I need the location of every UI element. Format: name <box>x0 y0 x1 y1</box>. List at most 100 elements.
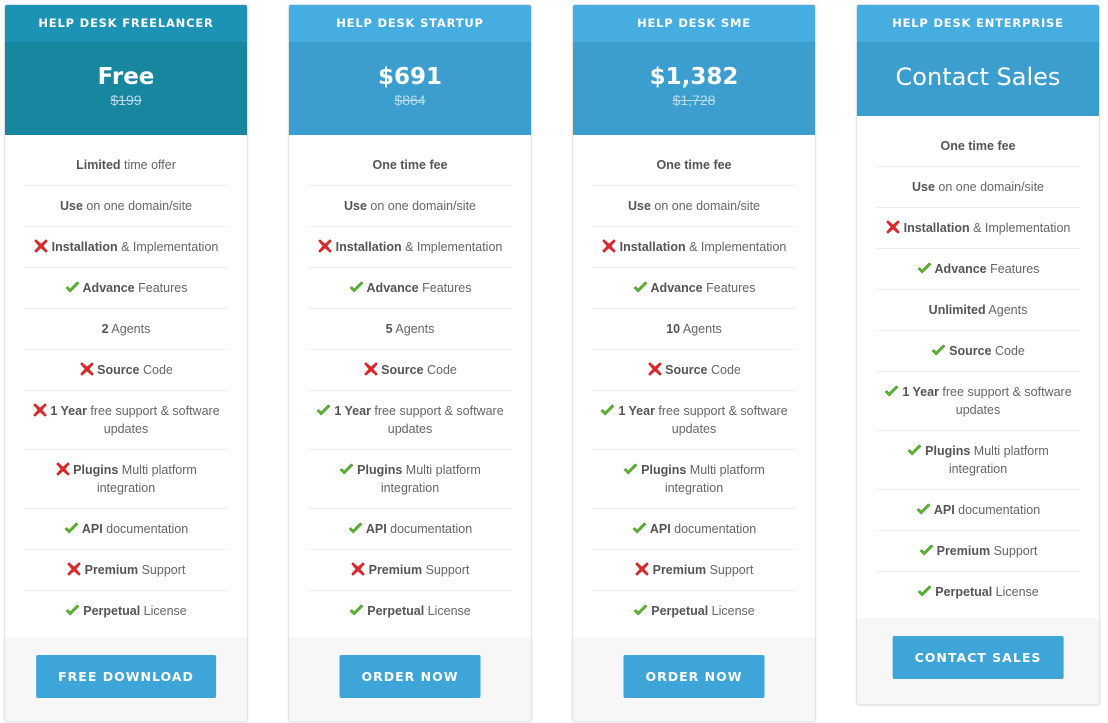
feature-bold: Premium <box>652 563 707 577</box>
feature-text: on one domain/site <box>934 180 1045 194</box>
feature-text: Support <box>422 563 470 577</box>
check-icon <box>633 281 648 294</box>
check-icon <box>917 585 932 598</box>
feature-bold: Advance <box>650 281 703 295</box>
feature-text: free support & software updates <box>938 385 1072 417</box>
feature-text: Code <box>139 363 173 377</box>
feature-item: Installation & Implementation <box>876 208 1080 249</box>
cross-icon <box>55 462 70 476</box>
feature-text: Agents <box>108 322 151 336</box>
feature-item: 1 Year free support & software updates <box>592 391 796 450</box>
feature-bold: Plugins <box>641 463 687 477</box>
feature-bold: Installation <box>335 240 402 254</box>
feature-text: Features <box>134 281 188 295</box>
feature-bold: One time fee <box>372 158 448 172</box>
feature-item: API documentation <box>24 509 228 550</box>
feature-bold: API <box>649 522 671 536</box>
feature-item: One time fee <box>592 145 796 186</box>
plan-name: HELP DESK STARTUP <box>289 5 531 42</box>
feature-bold: Source <box>665 363 708 377</box>
feature-text: Features <box>986 262 1040 276</box>
pricing-card-enterprise: HELP DESK ENTERPRISE Contact Sales One tim… <box>856 4 1100 705</box>
feature-bold: Advance <box>366 281 419 295</box>
feature-bold: 1 Year <box>902 385 939 399</box>
feature-text: Support <box>706 563 754 577</box>
feature-bold: 1 Year <box>334 404 371 418</box>
feature-bold: Source <box>949 344 992 358</box>
feature-bold: Source <box>381 363 424 377</box>
cross-icon <box>34 239 49 253</box>
feature-text: License <box>992 585 1039 599</box>
cross-icon <box>886 220 901 234</box>
freelancer-cta-button[interactable]: FREE DOWNLOAD <box>36 655 216 698</box>
feature-item: Perpetual License <box>876 572 1080 612</box>
feature-text: documentation <box>102 522 189 536</box>
check-icon <box>919 544 934 557</box>
cross-icon <box>602 239 617 253</box>
feature-item: Premium Support <box>592 550 796 591</box>
cross-icon <box>647 362 662 376</box>
feature-item: Plugins Multi platform integration <box>592 450 796 509</box>
plan-price: Free <box>97 64 155 90</box>
plan-old-price: $1,728 <box>672 92 716 108</box>
feature-bold: Installation <box>51 240 118 254</box>
feature-item: Advance Features <box>308 268 512 309</box>
sme-cta-button[interactable]: ORDER NOW <box>623 655 765 698</box>
feature-text: Agents <box>985 303 1028 317</box>
feature-item: 1 Year free support & software updates <box>876 372 1080 431</box>
check-icon <box>623 463 638 476</box>
feature-text: & Implementation <box>685 240 787 254</box>
enterprise-cta-button[interactable]: CONTACT SALES <box>892 636 1064 679</box>
feature-item: Use on one domain/site <box>24 186 228 227</box>
feature-bold: Advance <box>934 262 987 276</box>
feature-bold: Use <box>343 199 367 213</box>
feature-text: on one domain/site <box>366 199 477 213</box>
feature-bold: 1 Year <box>618 404 655 418</box>
feature-bold: Advance <box>82 281 135 295</box>
feature-bold: Perpetual <box>651 604 709 618</box>
feature-bold: Plugins <box>357 463 403 477</box>
feature-bold: API <box>933 503 955 517</box>
feature-bold: Unlimited <box>928 303 986 317</box>
feature-item: Plugins Multi platform integration <box>308 450 512 509</box>
card-footer: CONTACT SALES <box>857 618 1099 704</box>
feature-bold: 2 <box>101 322 109 336</box>
feature-item: One time fee <box>876 126 1080 167</box>
feature-item: Use on one domain/site <box>592 186 796 227</box>
feature-item: Advance Features <box>592 268 796 309</box>
feature-bold: Premium <box>936 544 991 558</box>
feature-text: License <box>140 604 187 618</box>
feature-text: License <box>708 604 755 618</box>
check-icon <box>348 522 363 535</box>
plan-name: HELP DESK ENTERPRISE <box>857 5 1099 42</box>
feature-bold: Plugins <box>73 463 119 477</box>
feature-item: 1 Year free support & software updates <box>308 391 512 450</box>
feature-text: documentation <box>954 503 1041 517</box>
feature-text: free support & software updates <box>654 404 788 436</box>
check-icon <box>917 262 932 275</box>
plan-name: HELP DESK SME <box>573 5 815 42</box>
feature-item: 10 Agents <box>592 309 796 350</box>
feature-item: Plugins Multi platform integration <box>876 431 1080 490</box>
feature-text: & Implementation <box>401 240 503 254</box>
card-footer: ORDER NOW <box>573 637 815 721</box>
check-icon <box>339 463 354 476</box>
startup-cta-button[interactable]: ORDER NOW <box>339 655 481 698</box>
card-footer: ORDER NOW <box>289 637 531 721</box>
feature-item: Limited time offer <box>24 145 228 186</box>
feature-text: on one domain/site <box>82 199 193 213</box>
feature-item: Source Code <box>24 350 228 391</box>
feature-text: Features <box>418 281 472 295</box>
price-area: Contact Sales <box>857 42 1099 116</box>
check-icon <box>931 344 946 357</box>
feature-bold: 5 <box>385 322 393 336</box>
pricing-card-freelancer: HELP DESK FREELANCER Free $199 Limited time… <box>4 4 248 722</box>
feature-text: free support & software updates <box>86 404 220 436</box>
feature-bold: Perpetual <box>935 585 993 599</box>
feature-item: Use on one domain/site <box>876 167 1080 208</box>
feature-bold: Installation <box>619 240 686 254</box>
feature-text: documentation <box>386 522 473 536</box>
feature-item: Perpetual License <box>24 591 228 631</box>
feature-list: Limited time offer Use on one domain/site… <box>5 135 247 637</box>
feature-item: API documentation <box>592 509 796 550</box>
